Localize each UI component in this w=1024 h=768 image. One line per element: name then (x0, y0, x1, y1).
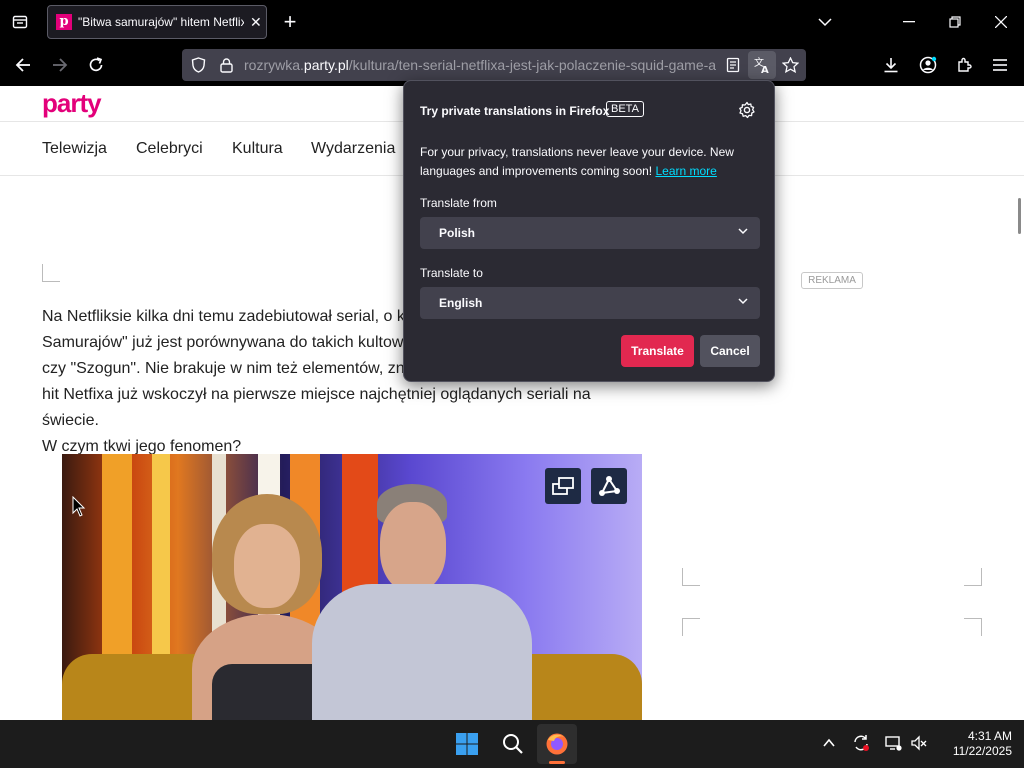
translation-panel: Try private translations in Firefox BETA… (403, 80, 775, 382)
translate-icon[interactable]: 文A (748, 51, 776, 79)
active-tab[interactable]: p "Bitwa samurajów" hitem Netflix ✕ (47, 5, 267, 39)
url-text[interactable]: rozrywka.party.pl/kultura/ten-serial-net… (244, 57, 716, 73)
volume-muted-icon[interactable] (910, 734, 928, 752)
tab-title: "Bitwa samurajów" hitem Netflix (78, 15, 244, 29)
reader-view-icon[interactable] (723, 55, 743, 75)
beta-badge: BETA (606, 101, 644, 117)
search-icon[interactable] (501, 732, 525, 756)
close-tab-icon[interactable]: ✕ (250, 14, 262, 31)
taskbar: 4:31 AM 11/22/2025 (0, 720, 1024, 768)
favicon-icon: p (56, 14, 72, 30)
url-bar[interactable]: rozrywka.party.pl/kultura/ten-serial-net… (182, 49, 806, 81)
back-icon[interactable] (8, 51, 38, 79)
site-logo[interactable]: party (42, 88, 102, 119)
firefox-taskbar-icon[interactable] (537, 724, 577, 764)
translation-panel-title: Try private translations in Firefox (420, 104, 610, 118)
close-window-icon[interactable] (983, 4, 1019, 40)
article-line: hit Netfixa już wskoczył na pierwsze mie… (42, 386, 591, 429)
extensions-icon[interactable] (949, 51, 979, 79)
forward-icon[interactable] (45, 51, 75, 79)
network-icon[interactable] (884, 734, 902, 752)
ad-frame-corner (682, 618, 700, 636)
list-tabs-icon[interactable] (807, 4, 843, 40)
article-hero-image[interactable] (62, 454, 642, 720)
translate-from-select[interactable]: Polish (420, 217, 760, 249)
menu-icon[interactable] (985, 51, 1015, 79)
learn-more-link[interactable]: Learn more (655, 164, 716, 178)
translate-to-value: English (439, 296, 483, 310)
ad-frame-corner (682, 568, 700, 586)
show-hidden-icons-icon[interactable] (822, 736, 836, 750)
ad-label: REKLAMA (801, 272, 863, 289)
ad-frame-corner (964, 568, 982, 586)
shield-icon[interactable] (188, 55, 208, 75)
system-clock[interactable]: 4:31 AM 11/22/2025 (940, 729, 1012, 759)
svg-text:A: A (761, 65, 769, 74)
nav-item-celebryci[interactable]: Celebryci (136, 140, 203, 158)
ad-frame-corner (42, 264, 60, 282)
gallery-icon[interactable] (545, 468, 581, 504)
tab-bar: p "Bitwa samurajów" hitem Netflix ✕ + (0, 0, 1024, 44)
account-icon[interactable] (913, 51, 943, 79)
downloads-icon[interactable] (876, 51, 906, 79)
cancel-button[interactable]: Cancel (700, 335, 760, 367)
bookmark-star-icon[interactable] (780, 55, 800, 75)
translate-to-label: Translate to (420, 266, 483, 280)
reload-icon[interactable] (81, 51, 111, 79)
nav-item-wydarzenia[interactable]: Wydarzenia (311, 140, 395, 158)
share-icon[interactable] (591, 468, 627, 504)
translate-button[interactable]: Translate (621, 335, 694, 367)
ad-frame-corner (964, 618, 982, 636)
start-icon[interactable] (455, 732, 479, 756)
clock-date: 11/22/2025 (952, 744, 1012, 758)
new-tab-icon[interactable]: + (272, 4, 308, 40)
firefox-view-icon[interactable] (2, 4, 38, 40)
translate-to-select[interactable]: English (420, 287, 760, 319)
settings-gear-icon[interactable] (738, 101, 756, 119)
translation-description: For your privacy, translations never lea… (420, 145, 734, 178)
nav-item-telewizja[interactable]: Telewizja (42, 140, 107, 158)
lock-icon[interactable] (216, 55, 236, 75)
mouse-cursor-icon (72, 496, 86, 517)
clock-time: 4:31 AM (967, 729, 1012, 743)
sync-icon[interactable] (852, 734, 870, 752)
chevron-down-icon (738, 298, 748, 305)
translate-from-value: Polish (439, 226, 476, 240)
nav-item-kultura[interactable]: Kultura (232, 140, 283, 158)
page-scrollbar[interactable] (1018, 198, 1021, 234)
translate-from-label: Translate from (420, 196, 497, 210)
restore-icon[interactable] (937, 4, 973, 40)
minimize-icon[interactable] (891, 4, 927, 40)
chevron-down-icon (738, 228, 748, 235)
